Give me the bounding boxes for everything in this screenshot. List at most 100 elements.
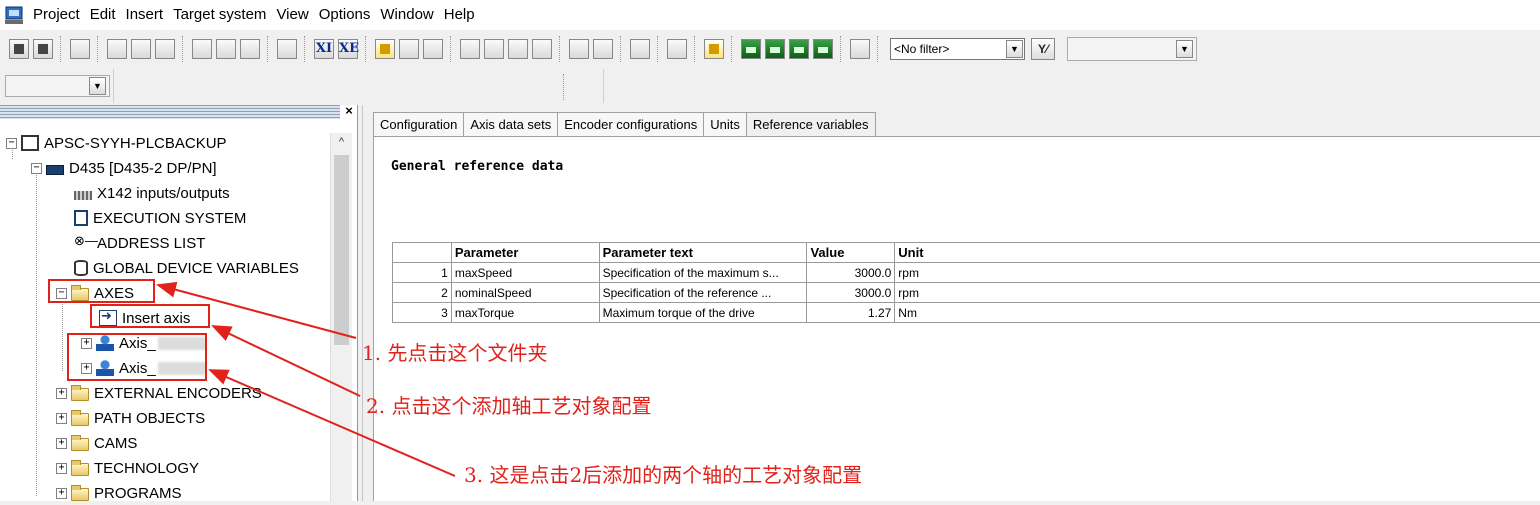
tree-item-address-list[interactable]: ADDRESS LIST	[74, 231, 205, 255]
chevron-down-icon[interactable]: ▼	[1176, 40, 1193, 58]
configuration-icon[interactable]	[667, 39, 687, 59]
tab-configuration[interactable]: Configuration	[373, 112, 464, 137]
online-icon[interactable]	[375, 39, 395, 59]
tree-item-technology[interactable]: + TECHNOLOGY	[56, 456, 199, 480]
expand-icon[interactable]: +	[56, 438, 67, 449]
menu-insert[interactable]: Insert	[124, 0, 172, 30]
paste-icon[interactable]	[155, 39, 175, 59]
value-cell[interactable]: 3000.0	[807, 283, 895, 303]
collapse-icon[interactable]: −	[6, 138, 17, 149]
collapse-icon[interactable]: −	[31, 163, 42, 174]
filter-settings-button[interactable]: Y⁄	[1031, 38, 1055, 60]
save-icon[interactable]	[9, 39, 29, 59]
copy-icon[interactable]	[131, 39, 151, 59]
menu-target-system[interactable]: Target system	[171, 0, 274, 30]
table-row[interactable]: 1 maxSpeed Specification of the maximum …	[393, 263, 1540, 283]
toolbar-group-xi: XI XE	[309, 34, 363, 64]
menu-edit[interactable]: Edit	[88, 0, 124, 30]
user-icon[interactable]	[704, 39, 724, 59]
tree-item-global-device-variables[interactable]: GLOBAL DEVICE VARIABLES	[74, 256, 299, 280]
run-icon[interactable]	[460, 39, 480, 59]
xi-icon[interactable]: XI	[314, 39, 334, 59]
tab-reference-variables[interactable]: Reference variables	[746, 112, 876, 137]
folder-icon	[71, 488, 89, 501]
stop-icon[interactable]	[484, 39, 504, 59]
xe-icon[interactable]: XE	[338, 39, 358, 59]
menu-project[interactable]: Project	[31, 0, 88, 30]
parameter-text-cell[interactable]: Maximum torque of the drive	[599, 303, 807, 323]
expand-icon[interactable]: +	[56, 388, 67, 399]
print-icon[interactable]	[70, 39, 90, 59]
upload-icon[interactable]	[423, 39, 443, 59]
unit-cell[interactable]: Nm	[895, 303, 1540, 323]
undo-icon[interactable]	[192, 39, 212, 59]
chevron-down-icon[interactable]: ▼	[1006, 40, 1023, 58]
tree-item-programs[interactable]: + PROGRAMS	[56, 481, 182, 505]
small-select[interactable]: ▼	[5, 75, 110, 97]
menu-options[interactable]: Options	[317, 0, 379, 30]
load-cpu-icon[interactable]	[508, 39, 528, 59]
trace-measure-icon[interactable]	[813, 39, 833, 59]
annotation-box-insert-axis	[90, 304, 210, 328]
grid-icon[interactable]	[850, 39, 870, 59]
connect-target-icon[interactable]	[277, 39, 297, 59]
cut-icon[interactable]	[107, 39, 127, 59]
device-diagnostics-icon[interactable]	[593, 39, 613, 59]
tab-encoder-configurations[interactable]: Encoder configurations	[557, 112, 704, 137]
chevron-down-icon[interactable]: ▼	[89, 77, 106, 95]
execution-system-icon	[74, 210, 88, 226]
tree-item-label: EXTERNAL ENCODERS	[94, 385, 262, 402]
tree-item-cams[interactable]: + CAMS	[56, 431, 137, 455]
menu-help[interactable]: Help	[442, 0, 483, 30]
table-row[interactable]: 3 maxTorque Maximum torque of the drive …	[393, 303, 1540, 323]
download-icon[interactable]	[399, 39, 419, 59]
scrollbar-thumb[interactable]	[334, 155, 349, 345]
unit-cell[interactable]: rpm	[895, 263, 1540, 283]
tree-item-project[interactable]: − APSC-SYYH-PLCBACKUP	[6, 131, 227, 155]
view-icon[interactable]	[630, 39, 650, 59]
row-index: 3	[393, 303, 452, 323]
tree-item-external-encoders[interactable]: + EXTERNAL ENCODERS	[56, 381, 262, 405]
tree-item-device[interactable]: − D435 [D435-2 DP/PN]	[31, 156, 217, 180]
tree-item-path-objects[interactable]: + PATH OBJECTS	[56, 406, 205, 430]
close-icon[interactable]: ×	[342, 105, 356, 119]
trace-compare-icon[interactable]	[789, 39, 809, 59]
expand-icon[interactable]: +	[56, 488, 67, 499]
value-cell[interactable]: 3000.0	[807, 263, 895, 283]
detail-pane: Configuration Axis data sets Encoder con…	[362, 105, 1540, 501]
tree-item-execution-system[interactable]: EXECUTION SYSTEM	[74, 206, 246, 230]
trace-icon[interactable]	[741, 39, 761, 59]
copy-ram-rom-icon[interactable]	[532, 39, 552, 59]
project-icon	[21, 135, 39, 151]
annotation-box-axes-added	[67, 333, 207, 381]
reference-data-table: Parameter Parameter text Value Unit 1 ma…	[392, 242, 1540, 323]
help-context-icon[interactable]	[240, 39, 260, 59]
pane-drag-handle[interactable]	[0, 105, 340, 119]
operating-state-icon[interactable]	[569, 39, 589, 59]
toolbar-separator	[731, 36, 734, 62]
parameter-text-cell[interactable]: Specification of the reference ...	[599, 283, 807, 303]
filter-select[interactable]: <No filter> ▼	[890, 38, 1025, 60]
trace-graph-icon[interactable]	[765, 39, 785, 59]
parameter-cell[interactable]: maxTorque	[451, 303, 599, 323]
tab-units[interactable]: Units	[703, 112, 747, 137]
parameter-cell[interactable]: nominalSpeed	[451, 283, 599, 303]
toolbar-group-state	[564, 34, 618, 64]
expand-icon[interactable]: +	[56, 413, 67, 424]
unit-cell[interactable]: rpm	[895, 283, 1540, 303]
annotation-text-2: 2. 点击这个添加轴工艺对象配置	[366, 390, 651, 419]
value-cell[interactable]: 1.27	[807, 303, 895, 323]
menu-view[interactable]: View	[274, 0, 316, 30]
redo-icon[interactable]	[216, 39, 236, 59]
chevron-up-icon[interactable]: ^	[331, 133, 352, 151]
parameter-text-cell[interactable]: Specification of the maximum s...	[599, 263, 807, 283]
expand-icon[interactable]: +	[56, 463, 67, 474]
table-row[interactable]: 2 nominalSpeed Specification of the refe…	[393, 283, 1540, 303]
menu-window[interactable]: Window	[378, 0, 441, 30]
tab-axis-data-sets[interactable]: Axis data sets	[463, 112, 558, 137]
save-compile-icon[interactable]	[33, 39, 53, 59]
secondary-select[interactable]: ▼	[1067, 37, 1197, 61]
tree-item-x142[interactable]: X142 inputs/outputs	[74, 181, 230, 205]
tree-scrollbar[interactable]: ^	[330, 133, 352, 501]
parameter-cell[interactable]: maxSpeed	[451, 263, 599, 283]
